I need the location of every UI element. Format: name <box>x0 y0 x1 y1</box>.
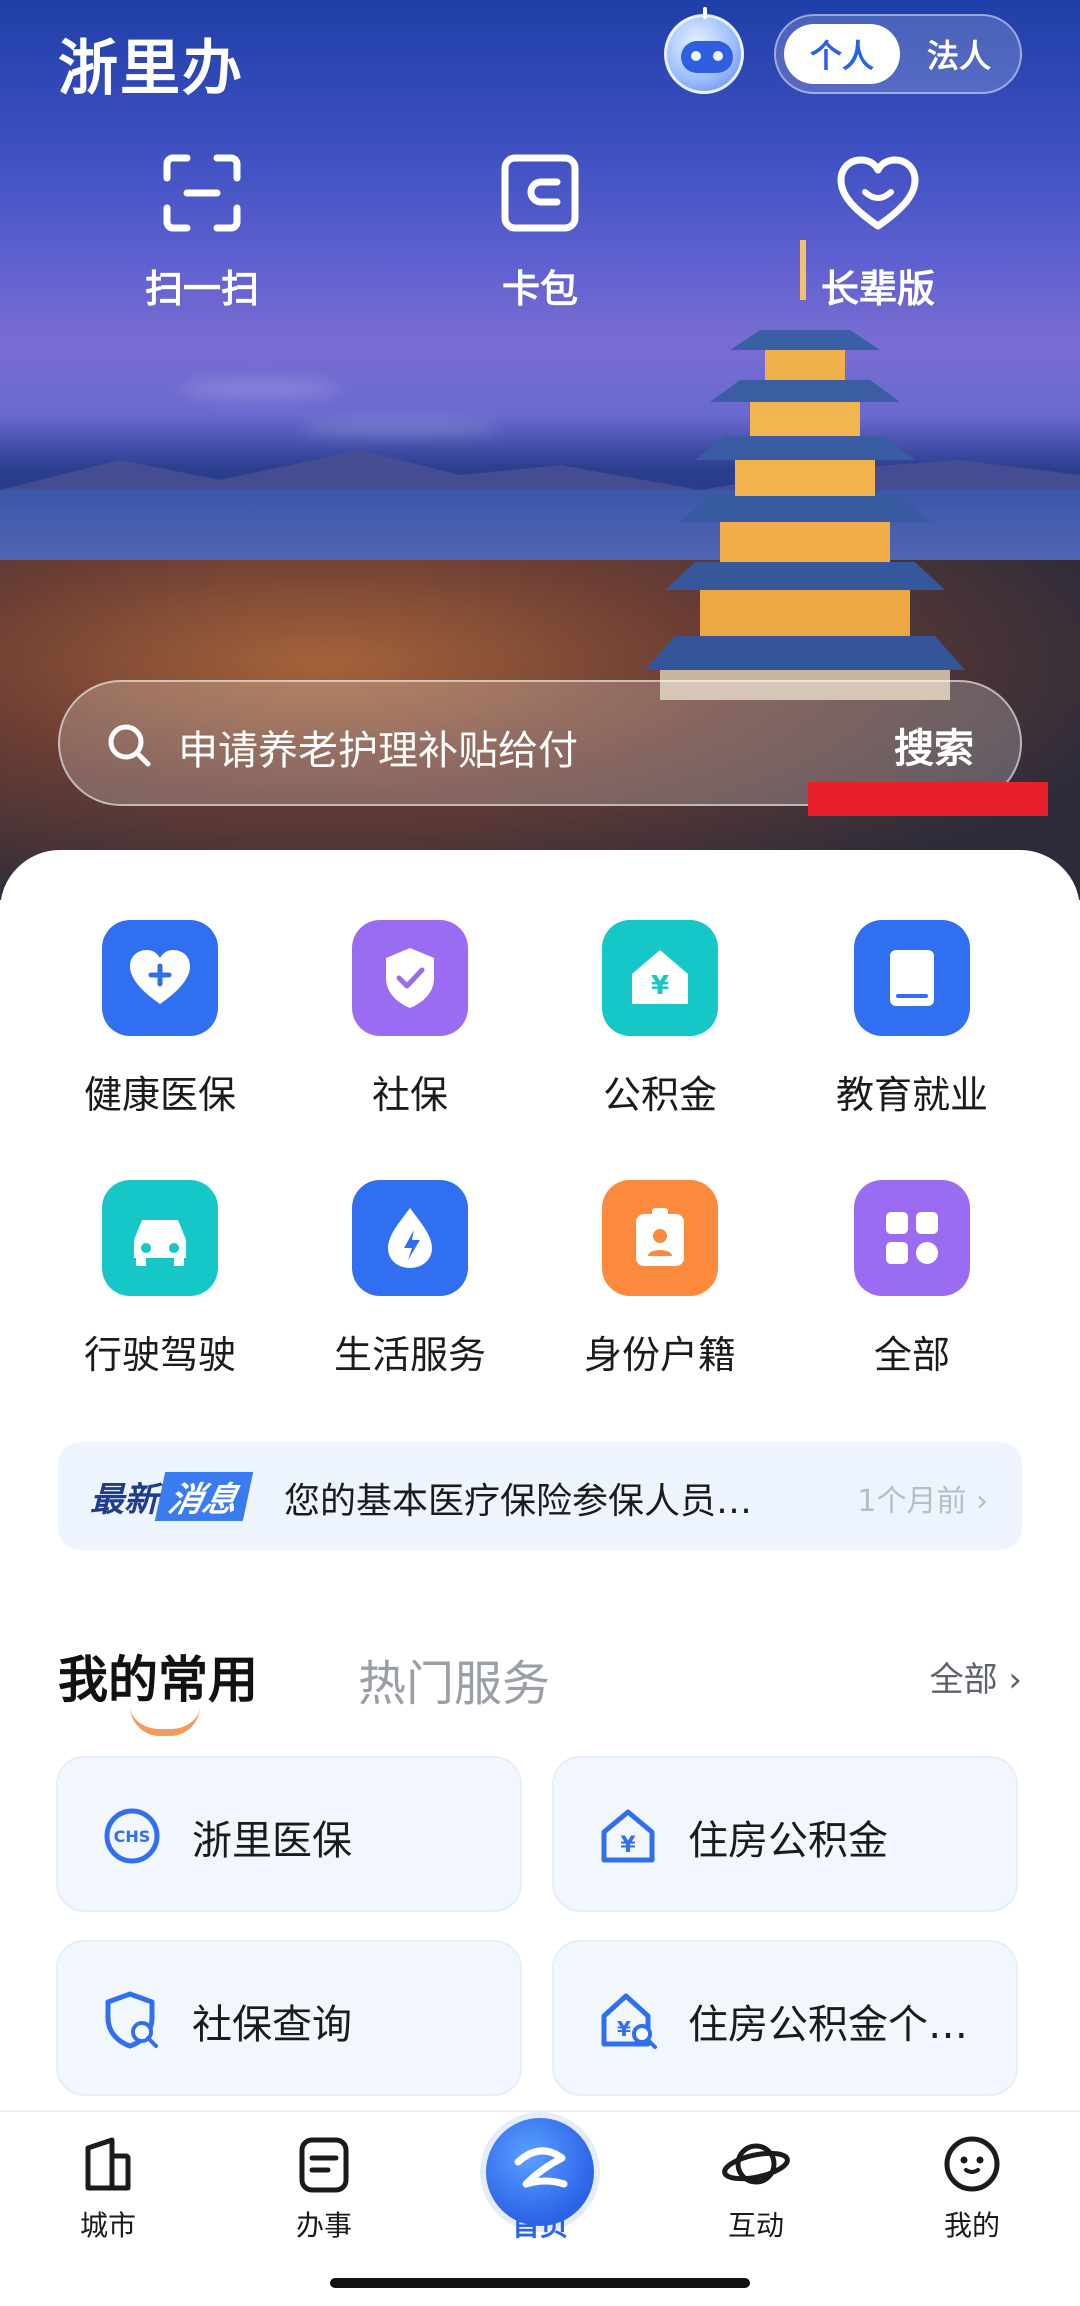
my-service-label: 住房公积金 <box>688 1818 888 1864</box>
tab-label: 互动 <box>727 2209 784 2242</box>
house-yen-search-icon: ¥ <box>601 1993 657 2049</box>
heart-smile-icon <box>837 156 919 230</box>
chs-icon: CHS <box>104 1808 160 1864</box>
service-life[interactable]: 生活服务 <box>310 1180 510 1379</box>
profile-face-icon <box>944 2136 1000 2192</box>
my-service-medical[interactable]: CHS 浙里医保 <box>56 1756 522 1912</box>
service-label: 身份户籍 <box>583 1333 736 1377</box>
search-placeholder: 申请养老护理补贴给付 <box>178 728 578 774</box>
service-tile <box>352 920 468 1036</box>
service-tile <box>854 920 970 1036</box>
my-service-housing-fund[interactable]: ¥ 住房公积金 <box>552 1756 1018 1912</box>
my-service-housing-fund-personal[interactable]: ¥ 住房公积金个… <box>552 1940 1018 2096</box>
service-label: 社保 <box>371 1073 448 1117</box>
svg-text:¥: ¥ <box>620 1833 636 1858</box>
service-education[interactable]: 教育就业 <box>812 920 1012 1119</box>
news-text: 您的基本医疗保险参保人员… <box>284 1481 753 1522</box>
tab-my-frequent[interactable]: 我的常用 <box>58 1640 258 1712</box>
service-housing-fund[interactable]: ¥ 公积金 <box>560 920 760 1119</box>
app-title: 浙里办 <box>58 34 244 104</box>
news-time: 1个月前 › <box>857 1484 988 1519</box>
quick-action-wallet[interactable]: 卡包 <box>440 150 640 313</box>
tab-active-indicator <box>130 1706 200 1736</box>
identity-toggle[interactable]: 个人 法人 <box>774 14 1022 94</box>
house-yen-outline-icon: ¥ <box>601 1809 655 1863</box>
home-indicator <box>330 2278 750 2288</box>
heart-plus-icon <box>130 950 190 1004</box>
id-badge-icon <box>636 1208 684 1266</box>
assistant-robot-icon[interactable] <box>664 7 744 94</box>
service-tile <box>102 1180 218 1296</box>
service-tile: ¥ <box>602 920 718 1036</box>
news-badge: 最新 消息 <box>90 1472 254 1521</box>
apps-grid-icon <box>886 1212 938 1264</box>
quick-action-elder-mode[interactable]: 长辈版 <box>778 150 978 313</box>
water-bolt-icon <box>388 1208 432 1268</box>
svg-text:CHS: CHS <box>114 1827 151 1846</box>
main-card: 健康医保 社保 ¥ 公积金 教育就业 行驶驾驶 生活服务 身份户籍 全部 最新 … <box>0 850 1080 2110</box>
search-icon <box>108 724 151 767</box>
quick-action-label: 扫一扫 <box>144 267 259 311</box>
quick-action-label: 卡包 <box>501 267 578 311</box>
service-label: 教育就业 <box>835 1073 988 1117</box>
quick-action-label: 长辈版 <box>820 267 935 311</box>
service-label: 行驶驾驶 <box>83 1333 236 1377</box>
my-service-label: 浙里医保 <box>192 1818 352 1864</box>
search-button[interactable]: 搜索 <box>894 716 974 774</box>
home-logo-icon <box>486 2118 594 2226</box>
service-tile <box>854 1180 970 1296</box>
service-tile <box>602 1180 718 1296</box>
service-label: 健康医保 <box>83 1073 236 1117</box>
my-service-label: 住房公积金个… <box>688 2002 968 2048</box>
my-service-label: 社保查询 <box>192 2002 352 2048</box>
bottom-tab-bar: 城市 办事 首页 互动 我的 <box>0 2110 1080 2306</box>
task-icon <box>299 2137 349 2193</box>
wallet-icon <box>501 154 579 232</box>
news-bar[interactable]: 最新 消息 您的基本医疗保险参保人员… 1个月前 › <box>58 1442 1022 1550</box>
car-icon <box>134 1220 186 1266</box>
news-badge-highlight: 消息 <box>154 1472 254 1521</box>
tab-label: 城市 <box>79 2209 136 2242</box>
service-all[interactable]: 全部 <box>812 1180 1012 1379</box>
service-label: 全部 <box>873 1333 950 1377</box>
service-social-security[interactable]: 社保 <box>310 920 510 1119</box>
service-label: 生活服务 <box>333 1333 486 1377</box>
house-yen-icon: ¥ <box>632 950 688 1004</box>
scan-icon <box>163 154 241 232</box>
tab-label: 办事 <box>295 2209 352 2242</box>
shield-check-icon <box>386 948 434 1008</box>
shield-search-icon <box>105 1991 158 2049</box>
tab-hot-services[interactable]: 热门服务 <box>358 1644 550 1714</box>
service-tile <box>102 920 218 1036</box>
hero-banner: 浙里办 个人 法人 扫一扫 卡包 长辈版 申请养老护理补贴给付 搜索 <box>0 0 1080 900</box>
tab-home[interactable]: 首页 <box>460 2118 620 2244</box>
news-badge-primary: 最新 <box>90 1480 158 1520</box>
service-identity[interactable]: 身份户籍 <box>560 1180 760 1379</box>
tab-city[interactable]: 城市 <box>28 2132 188 2244</box>
toggle-personal[interactable]: 个人 <box>784 24 900 84</box>
tab-label: 我的 <box>943 2209 1000 2242</box>
quick-action-scan[interactable]: 扫一扫 <box>102 150 302 313</box>
tab-tasks[interactable]: 办事 <box>244 2132 404 2244</box>
tab-profile[interactable]: 我的 <box>892 2132 1052 2244</box>
svg-text:¥: ¥ <box>651 971 669 1001</box>
service-health-insurance[interactable]: 健康医保 <box>60 920 260 1119</box>
service-label: 公积金 <box>602 1073 717 1117</box>
tab-interact[interactable]: 互动 <box>676 2132 836 2244</box>
book-icon <box>890 950 934 1006</box>
svg-text:¥: ¥ <box>617 2017 631 2041</box>
service-tile <box>352 1180 468 1296</box>
section-tabs: 我的常用 热门服务 全部 › <box>58 1640 1022 1736</box>
my-service-social-query[interactable]: 社保查询 <box>56 1940 522 2096</box>
all-services-link[interactable]: 全部 › <box>930 1652 1022 1701</box>
annotation-red-underline <box>808 782 1048 816</box>
toggle-legal[interactable]: 法人 <box>904 24 1014 84</box>
city-icon <box>85 2137 131 2191</box>
planet-icon <box>722 2143 790 2185</box>
service-driving[interactable]: 行驶驾驶 <box>60 1180 260 1379</box>
